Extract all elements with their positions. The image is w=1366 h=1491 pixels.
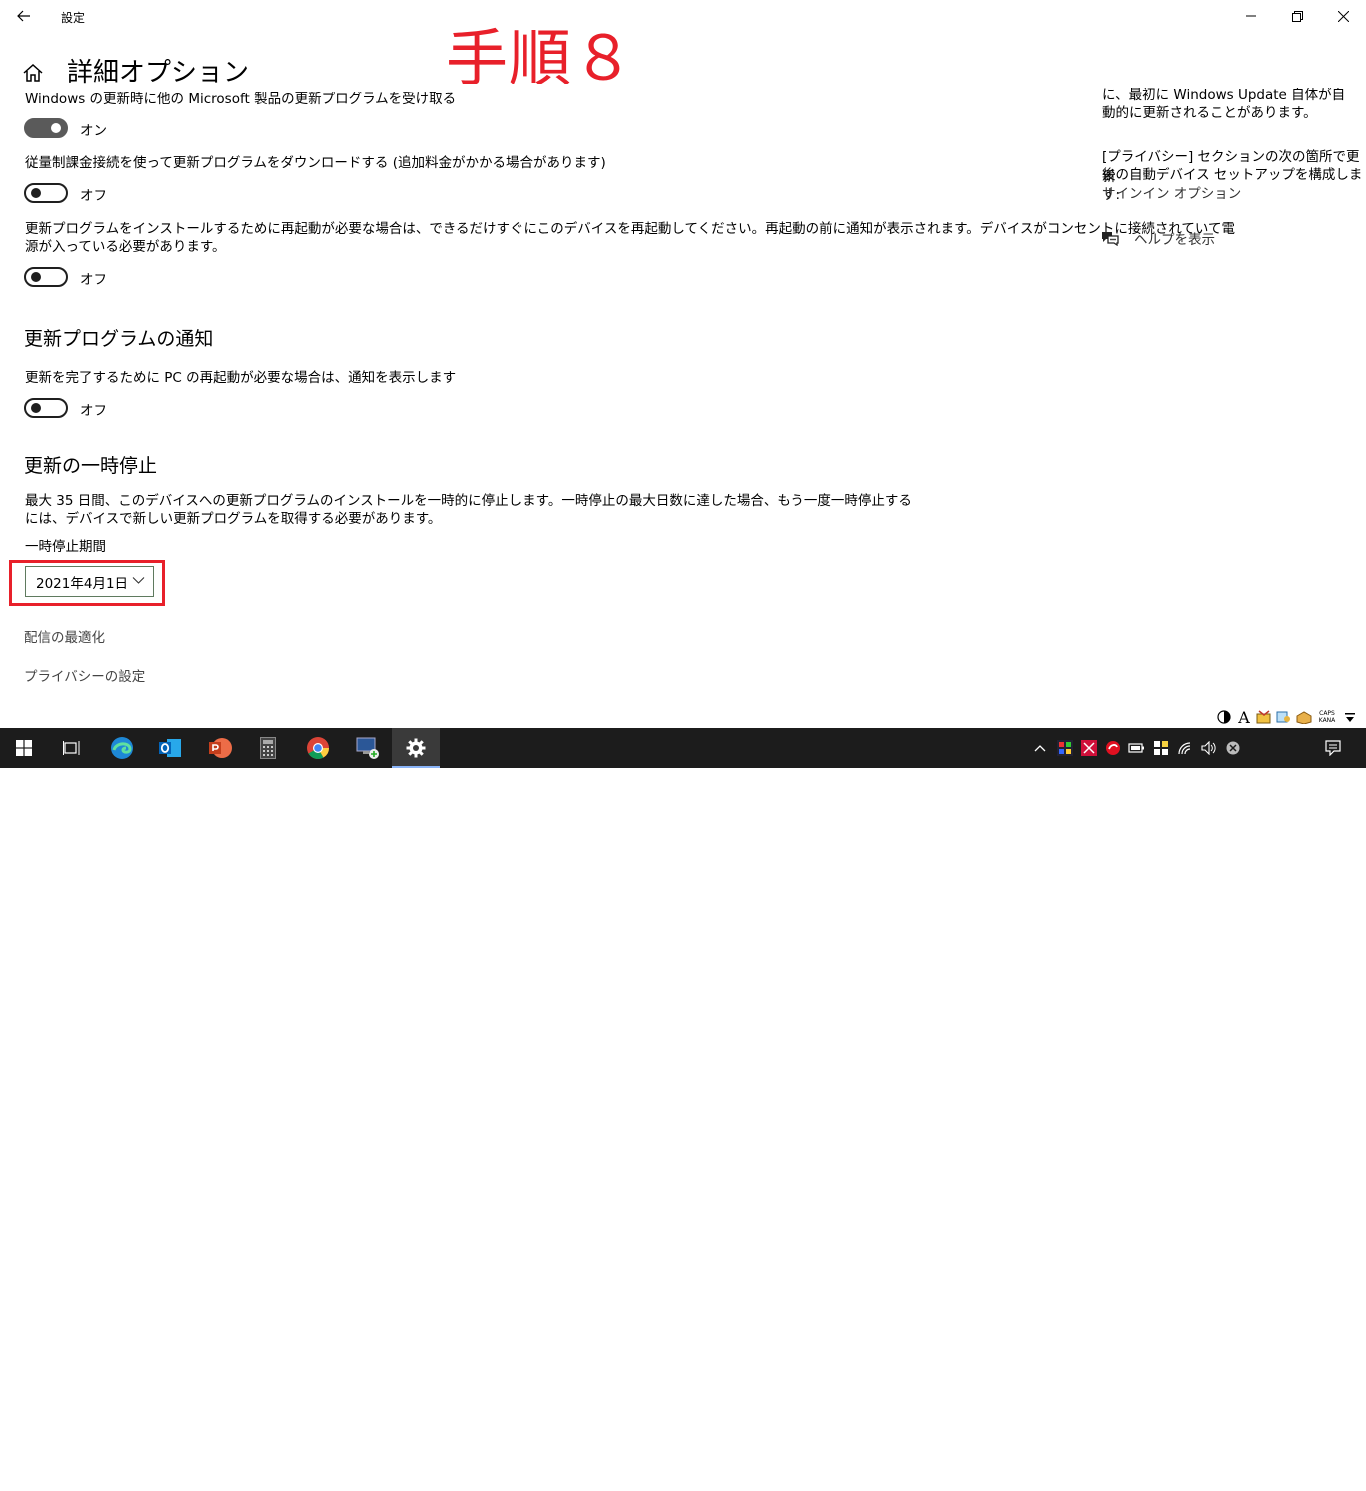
ime-caps-kana-indicator: CAPS KANA	[1315, 708, 1339, 726]
tray-status[interactable]	[1222, 728, 1244, 768]
chevron-up-icon	[1034, 745, 1046, 752]
ime-mode-icon[interactable]	[1215, 708, 1233, 726]
show-hidden-icons-button[interactable]	[1030, 728, 1050, 768]
help-chat-icon	[1102, 232, 1119, 246]
settings-gear-icon	[406, 738, 426, 758]
chrome-taskbar-button[interactable]	[294, 728, 342, 768]
powerpoint-taskbar-button[interactable]	[196, 728, 244, 768]
security-app-icon	[1081, 740, 1097, 756]
close-icon	[1337, 10, 1349, 22]
side-cut-line1: に、最初に Windows Update 自体が自	[1102, 88, 1345, 104]
title-bar: 設定	[0, 0, 1366, 32]
minimize-button[interactable]	[1228, 0, 1274, 32]
step-annotation: 手順８	[446, 22, 636, 95]
color-grid-icon	[1057, 740, 1073, 756]
ime-options-icon[interactable]	[1341, 708, 1359, 726]
metered-connection-label: 従量制課金接続を使って更新プログラムをダウンロードする (追加料金がかかる場合が…	[25, 155, 606, 171]
task-view-button[interactable]	[48, 728, 96, 768]
speaker-icon	[1201, 741, 1216, 755]
tray-security-app[interactable]	[1078, 728, 1100, 768]
calculator-icon	[260, 737, 276, 759]
status-x-icon	[1226, 741, 1240, 755]
notification-icon	[1325, 740, 1341, 756]
caps-indicator: CAPS	[1319, 710, 1335, 717]
edge-taskbar-button[interactable]	[98, 728, 146, 768]
sign-in-options-link[interactable]: サインイン オプション	[1102, 184, 1241, 204]
pause-section-title: 更新の一時停止	[24, 455, 158, 477]
back-arrow-icon	[17, 10, 30, 22]
option-other-products-label: Windows の更新時に他の Microsoft 製品の更新プログラムを受け取…	[25, 90, 456, 108]
edge-icon	[111, 737, 133, 759]
restart-asap-label-line1: 更新プログラムをインストールするために再起動が必要な場合は、できるだけすぐにこの…	[25, 221, 1236, 237]
tray-app-grid[interactable]	[1054, 728, 1076, 768]
antivirus-icon	[1106, 741, 1120, 755]
windows-start-icon	[16, 740, 32, 756]
restart-notify-label: 更新を完了するために PC の再起動が必要な場合は、通知を表示します	[25, 370, 457, 386]
tray-battery[interactable]	[1126, 728, 1148, 768]
option-other-products-text: Windows の更新時に他の Microsoft 製品の更新プログラムを受け取…	[25, 91, 457, 107]
notify-section-title: 更新プログラムの通知	[24, 328, 214, 350]
ime-tool-icon[interactable]	[1295, 708, 1313, 726]
outlook-taskbar-button[interactable]	[146, 728, 194, 768]
home-icon[interactable]	[22, 62, 44, 84]
side-cut-line2: 動的に更新されることがあります。	[1102, 105, 1317, 121]
metered-connection-toggle[interactable]	[24, 183, 68, 203]
toggle-state-label: オフ	[80, 403, 107, 419]
window-tiles-icon	[1154, 741, 1168, 755]
outlook-icon	[159, 739, 181, 757]
restore-icon	[1291, 10, 1303, 22]
toggle-state-label: オン	[80, 123, 107, 139]
ime-toolbar: A CAPS KANA	[1215, 707, 1359, 727]
delivery-optimization-link[interactable]: 配信の最適化	[24, 626, 105, 646]
back-button[interactable]	[0, 0, 48, 32]
restart-asap-label-line2: 源が入っている必要があります。	[25, 239, 226, 255]
tray-window-manager[interactable]	[1150, 728, 1172, 768]
other-products-toggle[interactable]	[24, 118, 68, 138]
taskbar: 18:30 2021/03/11	[0, 728, 1366, 1490]
wifi-icon	[1178, 742, 1191, 755]
clock-date: 2021/03/11	[1252, 1477, 1316, 1490]
tray-network[interactable]	[1174, 728, 1196, 768]
toggle-state-label: オフ	[80, 188, 107, 204]
powerpoint-icon	[209, 738, 232, 758]
settings-taskbar-button[interactable]	[392, 728, 440, 768]
toggle-state-label: オフ	[80, 272, 107, 288]
pause-description-line1: 最大 35 日間、このデバイスへの更新プログラムのインストールを一時的に停止しま…	[25, 493, 912, 509]
ime-pad-icon[interactable]	[1275, 708, 1293, 726]
header-mask	[0, 84, 1080, 92]
pause-period-label: 一時停止期間	[25, 539, 106, 555]
action-center-button[interactable]	[1318, 728, 1348, 768]
side-cut-text: に、最初に Windows Update 自体が自	[1102, 88, 1346, 103]
battery-plug-icon	[1128, 743, 1144, 753]
tray-antivirus[interactable]	[1102, 728, 1124, 768]
task-view-icon	[63, 741, 80, 755]
app-title: 設定	[61, 11, 86, 25]
get-help-link[interactable]: ヘルプを表示	[1101, 228, 1215, 248]
restore-button[interactable]	[1274, 0, 1320, 32]
pause-description-line2: には、デバイスで新しい更新プログラムを取得する必要があります。	[25, 511, 442, 527]
kana-indicator: KANA	[1318, 717, 1336, 724]
annotation-highlight-box	[9, 560, 165, 606]
ime-dictionary-icon[interactable]	[1255, 708, 1273, 726]
minimize-icon	[1246, 15, 1256, 17]
remote-desktop-icon	[356, 737, 379, 759]
ime-input-mode-icon[interactable]: A	[1235, 708, 1253, 727]
chrome-icon	[307, 737, 329, 759]
taskbar-clock[interactable]: 18:30 2021/03/11	[1252, 1461, 1316, 1491]
restart-asap-toggle[interactable]	[24, 267, 68, 287]
remote-desktop-taskbar-button[interactable]	[344, 728, 392, 768]
tray-volume[interactable]	[1198, 728, 1220, 768]
clock-time: 18:30	[1264, 1462, 1296, 1475]
calculator-taskbar-button[interactable]	[244, 728, 292, 768]
help-label: ヘルプを表示	[1134, 232, 1215, 248]
restart-notify-toggle[interactable]	[24, 398, 68, 418]
settings-window: 設定 詳細オプション 手順８ Windows の更新時に他の Microsoft…	[0, 0, 1366, 728]
start-button[interactable]	[0, 728, 48, 768]
close-button[interactable]	[1320, 0, 1366, 32]
privacy-settings-link[interactable]: プライバシーの設定	[24, 665, 145, 685]
